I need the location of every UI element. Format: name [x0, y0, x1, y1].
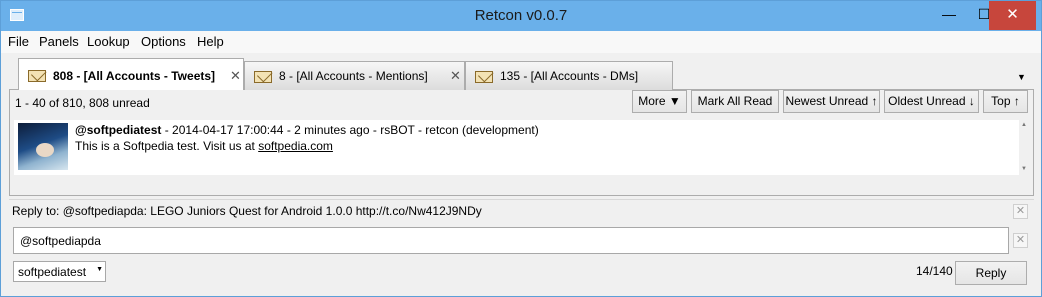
chevron-down-icon: ▼: [96, 266, 103, 273]
window-title: Retcon v0.0.7: [474, 7, 568, 24]
newest-unread-button[interactable]: Newest Unread ↑: [783, 90, 880, 113]
envelope-icon: [28, 70, 46, 82]
tab-close-icon[interactable]: ✕: [450, 68, 461, 84]
reply-button[interactable]: Reply: [955, 261, 1027, 285]
reply-to-label: Reply to: @softpediapda: LEGO Juniors Qu…: [12, 204, 482, 218]
main-content: 808 - [All Accounts - Tweets] ✕ 8 - [All…: [9, 54, 1034, 296]
close-button[interactable]: ✕: [989, 1, 1036, 30]
envelope-icon: [254, 71, 272, 83]
tweet-link[interactable]: softpedia.com: [258, 139, 333, 153]
clear-reply-to-button[interactable]: ✕: [1013, 204, 1028, 219]
menu-bar: File Panels Lookup Options Help: [1, 31, 1041, 53]
tweet-meta: - 2014-04-17 17:00:44 - 2 minutes ago - …: [161, 123, 539, 137]
menu-panels[interactable]: Panels: [39, 34, 79, 49]
tweet-user[interactable]: @softpediatest: [75, 123, 161, 137]
tweet-list[interactable]: @softpediatest - 2014-04-17 17:00:44 - 2…: [14, 120, 1029, 175]
envelope-icon: [475, 71, 493, 83]
top-button[interactable]: Top ↑: [983, 90, 1028, 113]
mark-all-read-button[interactable]: Mark All Read: [691, 90, 779, 113]
oldest-unread-button[interactable]: Oldest Unread ↓: [884, 90, 979, 113]
account-select-value: softpediatest: [18, 265, 87, 279]
account-select[interactable]: softpediatest ▼: [13, 261, 106, 282]
title-bar[interactable]: Retcon v0.0.7 — ☐ ✕: [1, 1, 1041, 31]
avatar[interactable]: [18, 123, 68, 170]
tab-dms[interactable]: 135 - [All Accounts - DMs]: [465, 61, 673, 90]
menu-file[interactable]: File: [8, 34, 29, 49]
tab-label: 135 - [All Accounts - DMs]: [500, 69, 639, 83]
clear-input-button[interactable]: ✕: [1013, 233, 1028, 248]
tweet-text: This is a Softpedia test. Visit us at so…: [75, 139, 333, 153]
tab-close-icon[interactable]: ✕: [230, 68, 241, 84]
item-count: 1 - 40 of 810, 808 unread: [15, 96, 150, 110]
scroll-up-icon[interactable]: ▲: [1021, 122, 1027, 128]
character-count: 14/140: [916, 264, 953, 278]
reply-input[interactable]: [13, 227, 1009, 254]
tab-label: 808 - [All Accounts - Tweets]: [53, 69, 216, 83]
scroll-down-icon[interactable]: ▼: [1021, 166, 1027, 172]
tweet-header: @softpediatest - 2014-04-17 17:00:44 - 2…: [75, 123, 539, 137]
tweet-text-body: This is a Softpedia test. Visit us at: [75, 139, 259, 153]
divider: [9, 199, 1034, 200]
menu-lookup[interactable]: Lookup: [87, 34, 130, 49]
tab-label: 8 - [All Accounts - Mentions]: [279, 69, 428, 83]
tab-tweets[interactable]: 808 - [All Accounts - Tweets] ✕: [18, 58, 244, 91]
menu-help[interactable]: Help: [197, 34, 224, 49]
more-button[interactable]: More ▼: [632, 90, 687, 113]
vertical-scrollbar[interactable]: ▲ ▼: [1019, 120, 1029, 175]
app-window: Retcon v0.0.7 — ☐ ✕ File Panels Lookup O…: [0, 0, 1042, 297]
menu-options[interactable]: Options: [141, 34, 186, 49]
tab-strip: 808 - [All Accounts - Tweets] ✕ 8 - [All…: [9, 58, 1034, 91]
tweets-panel: 1 - 40 of 810, 808 unread More ▼ Mark Al…: [9, 90, 1034, 196]
tab-list-dropdown-icon[interactable]: ▼: [1017, 72, 1026, 82]
tab-mentions[interactable]: 8 - [All Accounts - Mentions] ✕: [244, 61, 465, 90]
